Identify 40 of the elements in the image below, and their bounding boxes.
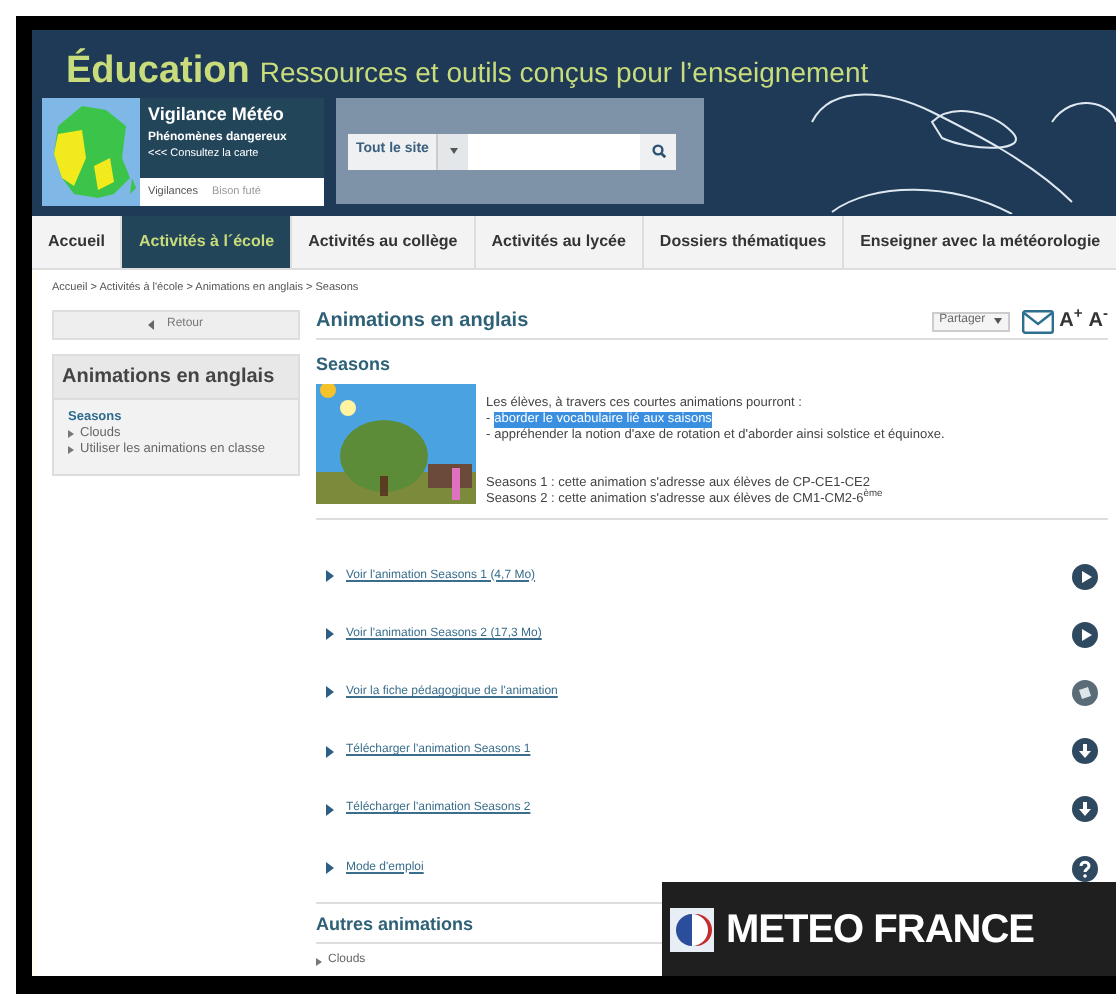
site-subtitle: Ressources et outils conçus pour l’enseignement (259, 54, 869, 92)
logo-text: METEO FRANCE (726, 905, 1034, 955)
caret-icon (993, 318, 1002, 324)
bullet-arrow-icon (326, 686, 334, 699)
mail-icon[interactable] (1021, 309, 1054, 333)
document-icon[interactable] (1072, 679, 1098, 706)
nav-tab[interactable]: Dossiers thématiques (643, 216, 845, 268)
nav-tab[interactable]: Activités au collège (292, 216, 476, 268)
download-icon[interactable] (1072, 738, 1098, 765)
bullet-icon (68, 430, 74, 438)
search-icon (651, 144, 666, 158)
bullet-arrow-icon (326, 862, 334, 875)
logo-icon (670, 907, 714, 951)
play-icon[interactable] (1072, 563, 1098, 590)
bullet-arrow-icon (326, 745, 334, 758)
font-size-button[interactable]: A$^{-}$ (1088, 311, 1108, 331)
back-arrow-icon (148, 320, 155, 330)
vigilance-title: Vigilance Météo (146, 102, 286, 126)
search-button[interactable] (640, 133, 677, 169)
france-map-drawing (42, 98, 140, 206)
download-icon[interactable] (1072, 796, 1098, 823)
dropdown-button[interactable] (436, 133, 469, 169)
sidebar-title: Animations en anglais (62, 364, 275, 392)
font-size-button[interactable]: A$^{+}$ (1059, 311, 1083, 331)
site-title: Éducation (66, 46, 250, 96)
page-heading: Animations en anglais (316, 308, 529, 336)
nav-tab[interactable]: Enseigner avec la météorologie (844, 216, 1116, 268)
search-field[interactable] (468, 133, 641, 169)
help-icon[interactable] (1072, 855, 1098, 882)
bullet-icon (68, 446, 74, 454)
nav-tab[interactable]: Activités à l´école (122, 216, 293, 268)
bullet-arrow-icon (326, 803, 334, 816)
bullet-icon (316, 957, 322, 966)
nav-tab[interactable]: Activités au lycée (475, 216, 644, 268)
bullet-arrow-icon (326, 628, 334, 641)
section-heading: Autres animations (316, 911, 474, 938)
play-icon[interactable] (1072, 621, 1098, 648)
section-heading: Seasons (316, 352, 393, 378)
bullet-arrow-icon (326, 570, 334, 583)
caret-icon (449, 148, 458, 154)
